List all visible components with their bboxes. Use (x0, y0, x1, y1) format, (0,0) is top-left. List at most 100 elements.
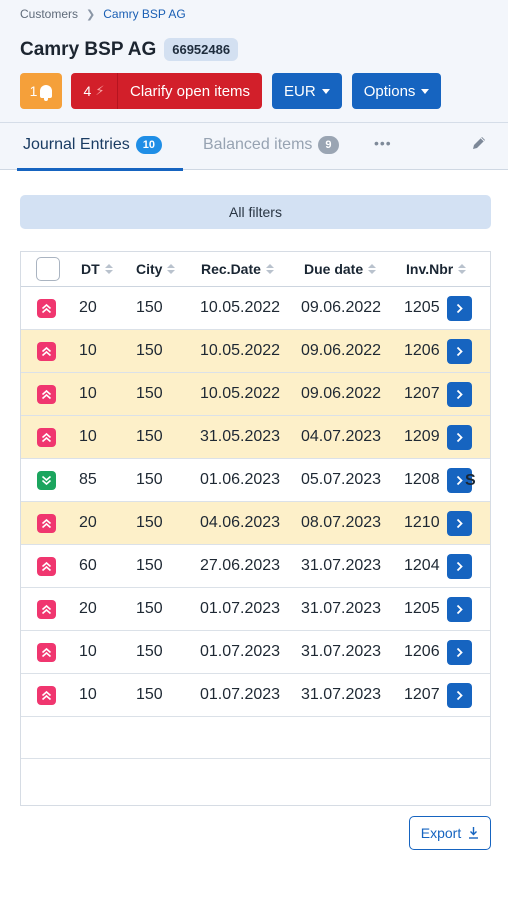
table-row[interactable]: 20 150 04.06.2023 08.07.2023 1210 (21, 502, 490, 545)
tab-count-badge: 10 (135, 136, 162, 154)
chevron-right-icon[interactable] (447, 381, 472, 407)
chevron-right-icon[interactable] (447, 510, 472, 536)
notifications-button[interactable]: 1 (20, 73, 62, 109)
table-row[interactable]: 20 150 01.07.2023 31.07.2023 1205 (21, 588, 490, 631)
table-row[interactable]: 85 150 01.06.2023 05.07.2023 1208 (21, 459, 490, 502)
sort-icon (104, 264, 113, 274)
tab-count-badge: 9 (318, 136, 339, 154)
cell-dt: 20 (79, 600, 97, 617)
chevron-right-icon[interactable] (447, 424, 472, 450)
table-row[interactable]: 60 150 27.06.2023 31.07.2023 1204 (21, 545, 490, 588)
cell-due-date: 31.07.2023 (301, 600, 382, 617)
breadcrumb-customers[interactable]: Customers (20, 7, 78, 21)
table-row[interactable]: 10 150 10.05.2022 09.06.2022 1206 (21, 330, 490, 373)
chevron-right-icon[interactable] (447, 338, 472, 364)
row-action-cell (447, 416, 472, 458)
column-header-rec-date[interactable]: Rec.Date (201, 252, 274, 286)
column-header-due-date[interactable]: Due date (304, 252, 377, 286)
table-row[interactable]: 20 150 10.05.2022 09.06.2022 1205 (21, 287, 490, 330)
double-chevron-up-icon (37, 599, 56, 619)
chevron-right-icon[interactable] (447, 639, 472, 665)
cell-rec-date: 04.06.2023 (200, 514, 281, 531)
issues-count: 4 (83, 83, 92, 99)
table-row[interactable]: 10 150 01.07.2023 31.07.2023 1207 (21, 674, 490, 717)
cell-rec-date: 01.07.2023 (200, 643, 281, 660)
clarify-button-group: 4 ⚡︎ Clarify open items (71, 73, 263, 109)
chevron-right-icon[interactable] (447, 682, 472, 708)
cell-dt: 10 (79, 428, 97, 445)
more-tabs-button[interactable]: ••• (374, 135, 392, 151)
sort-icon (265, 264, 274, 274)
cell-city: 150 (136, 428, 163, 445)
issues-button[interactable]: 4 ⚡︎ (71, 73, 118, 109)
column-label: Rec.Date (201, 261, 261, 277)
download-icon (469, 827, 479, 839)
double-chevron-up-icon (37, 384, 56, 404)
options-dropdown[interactable]: Options (351, 73, 442, 109)
options-label: Options (363, 82, 416, 100)
chevron-right-icon[interactable] (447, 553, 472, 579)
chevron-right-icon[interactable] (447, 596, 472, 622)
priority-cell (37, 416, 56, 458)
table-row[interactable]: 10 150 01.07.2023 31.07.2023 1206 (21, 631, 490, 674)
sort-icon (368, 264, 377, 274)
pencil-icon[interactable] (470, 134, 488, 152)
cell-dt: 10 (79, 643, 97, 660)
row-action-cell (447, 502, 472, 544)
cell-inv-nbr: 1205 (404, 299, 440, 316)
row-action-cell (447, 330, 472, 372)
priority-cell (37, 631, 56, 673)
cell-due-date: 04.07.2023 (301, 428, 382, 445)
cell-due-date: 31.07.2023 (301, 686, 382, 703)
cell-rec-date: 01.07.2023 (200, 686, 281, 703)
priority-cell (37, 373, 56, 415)
priority-cell (37, 588, 56, 630)
export-button[interactable]: Export (409, 816, 491, 850)
cell-rec-date: 01.07.2023 (200, 600, 281, 617)
bolt-icon: ⚡︎ (95, 83, 105, 98)
column-header-inv-nbr[interactable]: Inv.Nbr (406, 252, 467, 286)
chevron-down-icon (321, 88, 330, 94)
cell-city: 150 (136, 600, 163, 617)
priority-cell (37, 459, 56, 501)
tab-journal-entries[interactable]: Journal Entries 10 (23, 136, 162, 154)
cell-inv-nbr: 1209 (404, 428, 440, 445)
table-header: DT City Rec.Date Due date Inv.Nbr (21, 252, 490, 287)
tab-bar: Journal Entries 10 Balanced items 9 ••• (0, 122, 508, 171)
cell-city: 150 (136, 557, 163, 574)
active-tab-indicator (17, 168, 183, 171)
clarify-open-items-button[interactable]: Clarify open items (118, 73, 263, 109)
priority-cell (37, 674, 56, 716)
cell-rec-date: 10.05.2022 (200, 385, 281, 402)
breadcrumb-current[interactable]: Camry BSP AG (103, 7, 185, 21)
table-row-empty (21, 712, 490, 759)
table-row[interactable]: 10 150 10.05.2022 09.06.2022 1207 (21, 373, 490, 416)
column-label: DT (81, 261, 100, 277)
chevron-right-icon[interactable] (447, 295, 472, 321)
all-filters-button[interactable]: All filters (20, 195, 491, 229)
tab-balanced-items[interactable]: Balanced items 9 (203, 136, 339, 154)
truncated-column-text: S (465, 472, 476, 489)
row-action-cell (447, 674, 472, 716)
cell-dt: 85 (79, 471, 97, 488)
cell-due-date: 09.06.2022 (301, 299, 382, 316)
cell-dt: 20 (79, 299, 97, 316)
cell-rec-date: 31.05.2023 (200, 428, 281, 445)
column-label: City (136, 261, 163, 277)
select-all-checkbox[interactable] (36, 257, 60, 281)
cell-due-date: 31.07.2023 (301, 557, 382, 574)
cell-due-date: 09.06.2022 (301, 342, 382, 359)
cell-due-date: 31.07.2023 (301, 643, 382, 660)
double-chevron-up-icon (37, 685, 56, 705)
column-header-dt[interactable]: DT (81, 252, 113, 286)
cell-dt: 10 (79, 686, 97, 703)
currency-dropdown[interactable]: EUR (272, 73, 342, 109)
priority-cell (37, 330, 56, 372)
breadcrumb: Customers ❯ Camry BSP AG (20, 7, 186, 21)
chevron-right-icon: ❯ (86, 8, 96, 21)
row-action-cell (447, 287, 472, 329)
cell-inv-nbr: 1208 (404, 471, 440, 488)
double-chevron-up-icon (37, 341, 56, 361)
column-header-city[interactable]: City (136, 252, 176, 286)
table-row[interactable]: 10 150 31.05.2023 04.07.2023 1209 (21, 416, 490, 459)
